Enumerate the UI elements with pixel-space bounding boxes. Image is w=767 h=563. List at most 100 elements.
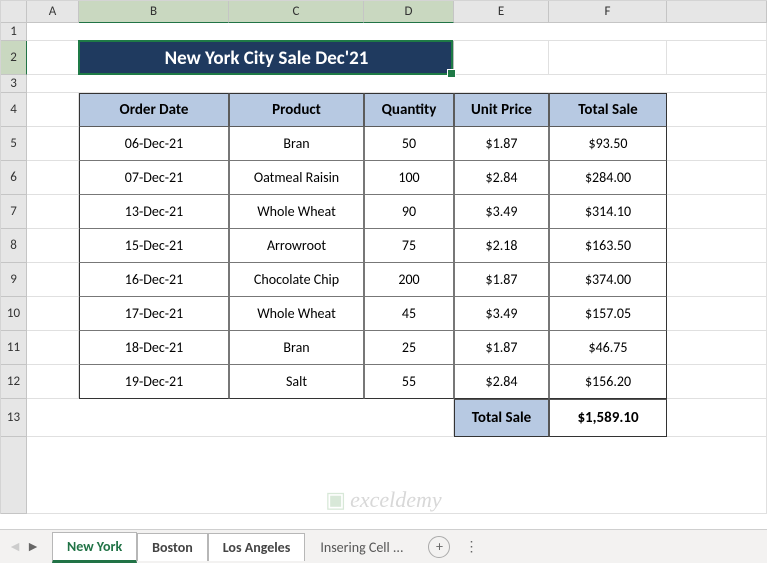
cell-qty[interactable]: 55 <box>364 365 454 399</box>
cell-total[interactable]: $314.10 <box>549 195 667 229</box>
cell-date[interactable]: 19-Dec-21 <box>79 365 229 399</box>
cell[interactable] <box>27 297 79 331</box>
cell[interactable] <box>27 229 79 263</box>
cell-price[interactable]: $1.87 <box>454 127 549 161</box>
col-header-b[interactable]: B <box>79 1 229 23</box>
cell[interactable] <box>667 195 767 229</box>
cell-total[interactable]: $46.75 <box>549 331 667 365</box>
col-header-e[interactable]: E <box>454 1 549 23</box>
cell-price[interactable]: $1.87 <box>454 331 549 365</box>
sheet-tab-insering-cell[interactable]: Insering Cell ... <box>305 533 418 561</box>
tab-nav-next-icon[interactable]: ► <box>24 536 42 558</box>
cell-total[interactable]: $374.00 <box>549 263 667 297</box>
cell[interactable] <box>27 331 79 365</box>
cell-price[interactable]: $3.49 <box>454 297 549 331</box>
cell[interactable] <box>667 41 767 75</box>
cell[interactable] <box>667 229 767 263</box>
tab-nav-prev-icon[interactable]: ◄ <box>6 536 24 558</box>
cell[interactable] <box>667 365 767 399</box>
row-header-4[interactable]: 4 <box>1 93 27 127</box>
cell[interactable] <box>27 41 79 75</box>
row-header-blank[interactable] <box>1 437 27 514</box>
cell-price[interactable]: $1.87 <box>454 263 549 297</box>
cell-product[interactable]: Bran <box>229 331 364 365</box>
total-value-cell[interactable]: $1,589.10 <box>549 399 667 437</box>
cell[interactable] <box>667 331 767 365</box>
col-header-f[interactable]: F <box>549 1 667 23</box>
cell[interactable] <box>27 195 79 229</box>
cell[interactable] <box>27 127 79 161</box>
col-header-d[interactable]: D <box>364 1 454 23</box>
cell-product[interactable]: Salt <box>229 365 364 399</box>
header-total-sale[interactable]: Total Sale <box>549 93 667 127</box>
cell-qty[interactable]: 75 <box>364 229 454 263</box>
cell-product[interactable]: Arrowroot <box>229 229 364 263</box>
new-sheet-button[interactable]: + <box>428 536 450 558</box>
cell-date[interactable]: 07-Dec-21 <box>79 161 229 195</box>
row-header-1[interactable]: 1 <box>1 23 27 41</box>
col-header-a[interactable]: A <box>27 1 79 23</box>
cell-product[interactable]: Oatmeal Raisin <box>229 161 364 195</box>
cell-qty[interactable]: 50 <box>364 127 454 161</box>
cell[interactable] <box>27 161 79 195</box>
cell-product[interactable]: Whole Wheat <box>229 297 364 331</box>
cell-qty[interactable]: 90 <box>364 195 454 229</box>
cell[interactable] <box>667 263 767 297</box>
cell[interactable] <box>667 127 767 161</box>
cell[interactable] <box>549 41 667 75</box>
cell-qty[interactable]: 25 <box>364 331 454 365</box>
row-header-6[interactable]: 6 <box>1 161 27 195</box>
cell-date[interactable]: 13-Dec-21 <box>79 195 229 229</box>
cell-product[interactable]: Whole Wheat <box>229 195 364 229</box>
cell-date[interactable]: 15-Dec-21 <box>79 229 229 263</box>
cell-price[interactable]: $2.18 <box>454 229 549 263</box>
cell-price[interactable]: $2.84 <box>454 161 549 195</box>
cell[interactable] <box>27 263 79 297</box>
cell-qty[interactable]: 200 <box>364 263 454 297</box>
cell-total[interactable]: $93.50 <box>549 127 667 161</box>
header-unit-price[interactable]: Unit Price <box>454 93 549 127</box>
cell-date[interactable]: 16-Dec-21 <box>79 263 229 297</box>
cell-total[interactable]: $284.00 <box>549 161 667 195</box>
cell-total[interactable]: $156.20 <box>549 365 667 399</box>
cell-date[interactable]: 17-Dec-21 <box>79 297 229 331</box>
col-header-c[interactable]: C <box>229 1 364 23</box>
cell[interactable] <box>27 23 767 41</box>
cell[interactable] <box>27 93 79 127</box>
row-header-7[interactable]: 7 <box>1 195 27 229</box>
header-product[interactable]: Product <box>229 93 364 127</box>
sheet-tab-los-angeles[interactable]: Los Angeles <box>208 533 306 561</box>
row-header-2[interactable]: 2 <box>1 41 27 75</box>
row-header-11[interactable]: 11 <box>1 331 27 365</box>
cell-date[interactable]: 06-Dec-21 <box>79 127 229 161</box>
title-cell[interactable]: New York City Sale Dec'21 <box>79 41 454 75</box>
cell[interactable] <box>667 161 767 195</box>
cell[interactable] <box>667 297 767 331</box>
cell-price[interactable]: $2.84 <box>454 365 549 399</box>
tab-menu-icon[interactable]: ⋮ <box>464 538 479 555</box>
cell-qty[interactable]: 45 <box>364 297 454 331</box>
header-quantity[interactable]: Quantity <box>364 93 454 127</box>
select-all-corner[interactable] <box>1 1 27 23</box>
row-header-12[interactable]: 12 <box>1 365 27 399</box>
cell[interactable] <box>27 437 767 514</box>
row-header-10[interactable]: 10 <box>1 297 27 331</box>
cell[interactable] <box>667 93 767 127</box>
row-header-3[interactable]: 3 <box>1 75 27 93</box>
cell-price[interactable]: $3.49 <box>454 195 549 229</box>
cell[interactable] <box>27 365 79 399</box>
cell[interactable] <box>27 75 767 93</box>
sheet-tab-new-york[interactable]: New York <box>52 532 137 563</box>
sheet-tab-boston[interactable]: Boston <box>137 533 208 561</box>
cell-qty[interactable]: 100 <box>364 161 454 195</box>
cell[interactable] <box>454 41 549 75</box>
row-header-13[interactable]: 13 <box>1 399 27 437</box>
cell-total[interactable]: $157.05 <box>549 297 667 331</box>
cell[interactable] <box>27 399 454 437</box>
col-header-blank[interactable] <box>667 1 767 23</box>
cell-total[interactable]: $163.50 <box>549 229 667 263</box>
cell-date[interactable]: 18-Dec-21 <box>79 331 229 365</box>
cell-product[interactable]: Chocolate Chip <box>229 263 364 297</box>
row-header-5[interactable]: 5 <box>1 127 27 161</box>
row-header-9[interactable]: 9 <box>1 263 27 297</box>
